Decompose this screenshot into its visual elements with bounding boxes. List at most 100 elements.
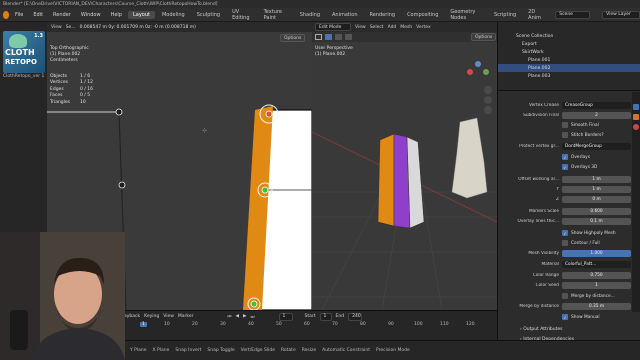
- workspace-tab-scripting[interactable]: Scripting: [489, 11, 521, 19]
- overlays-3d-checkbox[interactable]: ✓ Overlays 3D: [562, 164, 597, 170]
- right-mesh-menu[interactable]: Mesh: [400, 25, 412, 30]
- checkbox-icon: [562, 293, 568, 299]
- end-frame-field[interactable]: 240: [348, 312, 363, 321]
- right-viewport[interactable]: [312, 42, 497, 310]
- material-field[interactable]: Colorful_Patt...: [562, 260, 631, 268]
- right-add-menu[interactable]: Add: [388, 25, 397, 30]
- course-thumbnail: 1.3 CLOTH RETOPO: [3, 31, 45, 73]
- smooth-final-checkbox[interactable]: Smooth Final: [562, 122, 599, 128]
- right-select-menu[interactable]: Select: [370, 25, 384, 30]
- gizmo-x-axis-icon[interactable]: [467, 69, 473, 75]
- offset-z-field[interactable]: 0 m: [562, 195, 631, 203]
- vertex-select-icon[interactable]: [325, 34, 332, 40]
- skirt-panel-orange: [377, 133, 395, 227]
- scene-selector[interactable]: Scene: [555, 10, 591, 19]
- play-reverse-icon[interactable]: ◀: [236, 314, 239, 319]
- marker-menu[interactable]: Marker: [178, 314, 194, 319]
- frame-tick: 60: [304, 322, 310, 327]
- menu-file[interactable]: File: [11, 12, 27, 18]
- workspace-tab-geometry-nodes[interactable]: Geometry Nodes: [445, 8, 487, 22]
- offset-x-field[interactable]: 1 m: [562, 175, 631, 183]
- offset-y-field[interactable]: 1 m: [562, 185, 631, 193]
- jump-start-icon[interactable]: ⏮: [227, 314, 231, 320]
- workspace-tab-animation[interactable]: Animation: [327, 11, 363, 19]
- gizmo-y-axis-icon[interactable]: [483, 69, 489, 75]
- output-attributes-section[interactable]: › Output Attributes: [520, 327, 563, 332]
- overlays-checkbox[interactable]: ✓ Overlays: [562, 154, 590, 160]
- status-precision-mode: Precision Mode: [375, 348, 410, 353]
- overlay-lines-field[interactable]: 0.1 m: [562, 217, 631, 225]
- workspace-tab-layout[interactable]: Layout: [127, 10, 155, 19]
- left-select-menu[interactable]: Se...: [66, 25, 76, 30]
- workspace-tab-modeling[interactable]: Modeling: [157, 11, 190, 19]
- camera-icon[interactable]: [484, 106, 492, 114]
- outliner-row[interactable]: Export: [498, 40, 640, 48]
- show-manual-checkbox[interactable]: ✓ Show Manual: [562, 314, 600, 320]
- workspace-tab-2d-anim[interactable]: 2D Anim: [523, 8, 549, 22]
- scene-label: Scene: [559, 12, 573, 17]
- menu-edit[interactable]: Edit: [29, 12, 47, 18]
- outliner-row[interactable]: Plane.003: [498, 72, 640, 80]
- object-tab-icon[interactable]: [633, 114, 639, 120]
- vertex-marker-selected[interactable]: [250, 300, 258, 308]
- outliner-row[interactable]: Plane.001: [498, 56, 640, 64]
- wrench-tab-icon[interactable]: [633, 104, 639, 110]
- outliner-row[interactable]: SkirtWork: [498, 48, 640, 56]
- merge-dist-field[interactable]: 0.35 m: [562, 302, 631, 310]
- protect-group-field[interactable]: DontMergeGroup: [562, 142, 631, 150]
- right-viewport-header: Edit Mode View Select Add Mesh Vertex: [312, 22, 497, 32]
- zoom-icon[interactable]: [484, 86, 492, 94]
- left-view-menu[interactable]: View: [51, 25, 62, 30]
- start-frame-field[interactable]: 1: [319, 312, 332, 321]
- face-select-icon[interactable]: [345, 34, 352, 40]
- vertex-marker[interactable]: [118, 181, 126, 189]
- select-box-icon[interactable]: [315, 34, 322, 40]
- subdiv-final-field[interactable]: 2: [562, 111, 631, 119]
- blender-logo-icon[interactable]: [3, 10, 9, 19]
- markers-scale-label: Markers Scale: [528, 208, 559, 214]
- markers-scale-field[interactable]: 0.600: [562, 207, 631, 215]
- right-view-menu[interactable]: View: [355, 25, 366, 30]
- material-tab-icon[interactable]: [633, 124, 639, 130]
- outliner-row-selected[interactable]: Plane.002: [498, 64, 640, 72]
- show-highpoly-checkbox[interactable]: ✓ Show Highpoly Mesh: [562, 230, 616, 236]
- view-menu[interactable]: View: [163, 314, 174, 319]
- outliner-row[interactable]: Scene Collection: [498, 32, 640, 40]
- workspace-tab-texture-paint[interactable]: Texture Paint: [259, 8, 293, 22]
- vertex-marker[interactable]: [115, 108, 123, 116]
- gizmo-z-axis-icon[interactable]: [475, 61, 481, 67]
- contour-full-checkbox[interactable]: Contour / Full: [562, 240, 600, 246]
- vertex-marker-active[interactable]: [265, 110, 273, 118]
- current-frame-field[interactable]: 1: [278, 312, 293, 321]
- mesh-visibility-slider[interactable]: 1.000: [562, 249, 631, 257]
- right-options-button[interactable]: Options: [471, 33, 497, 41]
- timeline-ruler[interactable]: 1 10 20 30 40 50 60 70 80 90 100 110 120: [120, 322, 497, 330]
- menu-help[interactable]: Help: [107, 12, 126, 18]
- color-range-field[interactable]: 0.750: [562, 271, 631, 279]
- merge-by-distance-checkbox[interactable]: Merge by distance...: [562, 293, 615, 299]
- vertex-crease-field[interactable]: CreaseGroup: [562, 101, 631, 109]
- mode-selector[interactable]: Edit Mode: [315, 23, 351, 31]
- play-icon[interactable]: ▶: [243, 314, 246, 319]
- menu-render[interactable]: Render: [49, 12, 75, 18]
- workspace-tab-compositing[interactable]: Compositing: [402, 11, 443, 19]
- start-label: Start: [304, 314, 316, 319]
- stitch-borders-checkbox[interactable]: Stitch Borders?: [562, 132, 604, 138]
- menu-window[interactable]: Window: [77, 12, 105, 18]
- show-manual-label: Show Manual: [571, 314, 600, 320]
- edge-select-icon[interactable]: [335, 34, 342, 40]
- right-vertex-menu[interactable]: Vertex: [416, 25, 430, 30]
- workspace-tab-shading[interactable]: Shading: [295, 11, 325, 19]
- vertex-marker-selected[interactable]: [261, 186, 269, 194]
- workspace-tab-rendering[interactable]: Rendering: [365, 11, 401, 19]
- checkbox-checked-icon: ✓: [562, 230, 568, 236]
- color-seed-field[interactable]: 1: [562, 281, 631, 289]
- markers-scale-row: Markers Scale 0.600: [498, 207, 631, 215]
- left-options-button[interactable]: Options: [280, 34, 306, 42]
- workspace-tab-uv-editing[interactable]: UV Editing: [227, 8, 257, 22]
- view-layer-selector[interactable]: View Layer: [602, 10, 640, 19]
- pan-hand-icon[interactable]: [484, 96, 492, 104]
- jump-end-icon[interactable]: ⏭: [250, 314, 254, 320]
- keying-menu[interactable]: Keying: [144, 314, 159, 319]
- workspace-tab-sculpting[interactable]: Sculpting: [192, 11, 225, 19]
